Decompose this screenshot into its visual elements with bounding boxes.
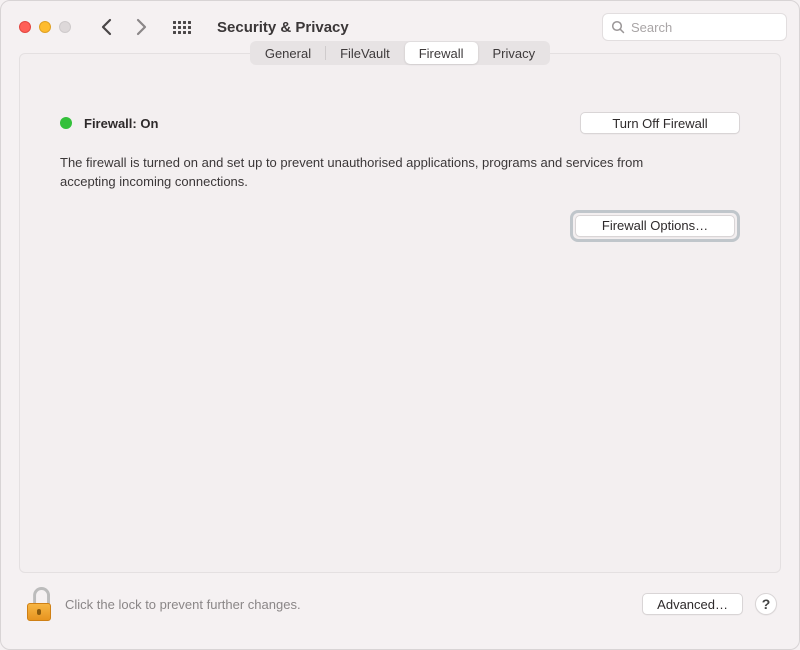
tab-general[interactable]: General [251, 42, 325, 64]
search-field[interactable] [602, 13, 787, 41]
advanced-button[interactable]: Advanced… [642, 593, 743, 615]
lock-icon[interactable] [25, 587, 53, 621]
tab-bar: General FileVault Firewall Privacy [250, 41, 550, 65]
firewall-status-row: Firewall: On Turn Off Firewall [60, 112, 740, 134]
status-indicator-icon [60, 117, 72, 129]
tab-filevault[interactable]: FileVault [326, 42, 404, 64]
window-controls [19, 21, 71, 33]
window-title: Security & Privacy [217, 19, 349, 36]
tab-firewall[interactable]: Firewall [405, 42, 478, 64]
nav-arrows [101, 18, 147, 36]
show-all-prefs-button[interactable] [173, 21, 191, 34]
forward-button [136, 18, 147, 36]
help-button[interactable]: ? [755, 593, 777, 615]
close-window-button[interactable] [19, 21, 31, 33]
search-icon [611, 20, 625, 34]
turn-off-firewall-button[interactable]: Turn Off Firewall [580, 112, 740, 134]
tab-content: Firewall: On Turn Off Firewall The firew… [20, 94, 780, 242]
firewall-description: The firewall is turned on and set up to … [60, 154, 700, 192]
search-input[interactable] [631, 20, 778, 35]
zoom-window-button[interactable] [59, 21, 71, 33]
back-button[interactable] [101, 18, 112, 36]
minimize-window-button[interactable] [39, 21, 51, 33]
firewall-status-label: Firewall: On [84, 116, 158, 131]
preferences-panel: General FileVault Firewall Privacy Firew… [19, 53, 781, 573]
focus-ring: Firewall Options… [570, 210, 740, 242]
firewall-options-button[interactable]: Firewall Options… [575, 215, 735, 237]
footer: Click the lock to prevent further change… [1, 587, 799, 637]
tab-privacy[interactable]: Privacy [479, 42, 550, 64]
lock-hint-text: Click the lock to prevent further change… [65, 597, 301, 612]
